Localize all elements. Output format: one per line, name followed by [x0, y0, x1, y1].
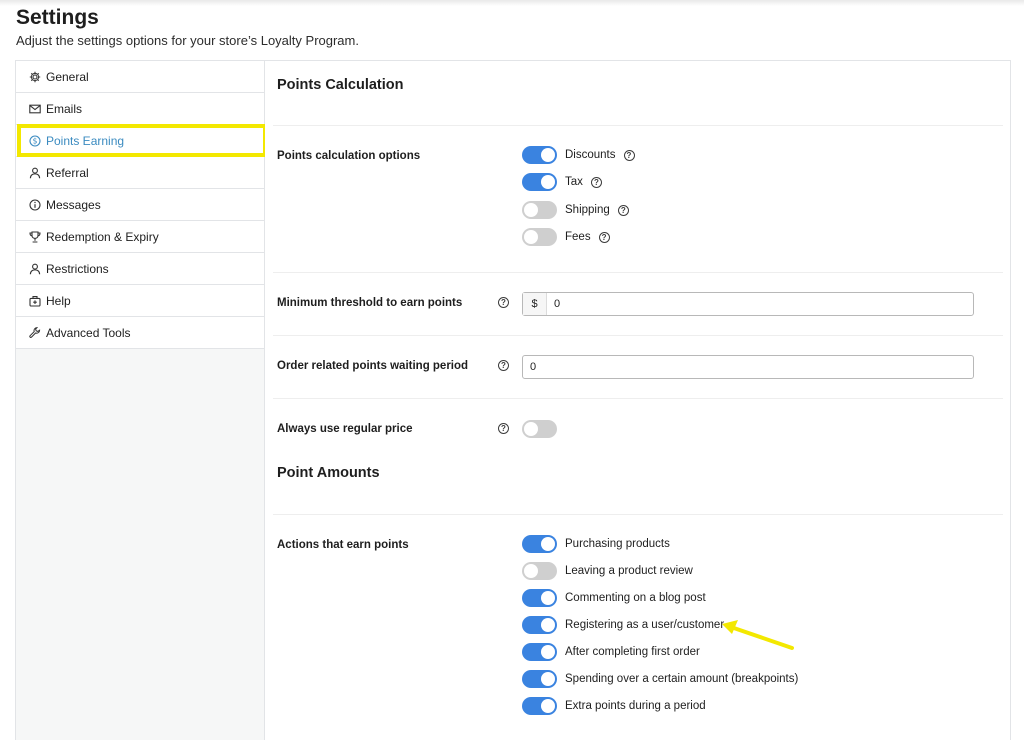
action-extra-points-period: Extra points during a period	[522, 697, 706, 715]
user-icon	[29, 167, 41, 179]
action-label: Leaving a product review	[565, 565, 693, 577]
help-icon[interactable]: ?	[623, 149, 635, 161]
action-label: After completing first order	[565, 646, 700, 658]
sidebar-item-points-earning[interactable]: $ Points Earning	[16, 125, 264, 157]
sidebar-item-restrictions[interactable]: Restrictions	[16, 253, 264, 285]
sidebar-item-label: Help	[46, 293, 71, 308]
option-label: Discounts	[565, 149, 616, 161]
sidebar-item-messages[interactable]: Messages	[16, 189, 264, 221]
option-tax: Tax ?	[522, 173, 602, 191]
sidebar-item-referral[interactable]: Referral	[16, 157, 264, 189]
help-icon[interactable]: ?	[498, 360, 509, 371]
divider	[273, 272, 1003, 273]
settings-main-panel: Points Calculation Points calculation op…	[265, 60, 1011, 740]
action-product-review: Leaving a product review	[522, 562, 693, 580]
regular-price-row	[522, 420, 565, 438]
option-discounts: Discounts ?	[522, 146, 635, 164]
minimum-threshold-field: $	[522, 292, 974, 316]
page-title: Settings	[16, 6, 99, 29]
action-label: Spending over a certain amount (breakpoi…	[565, 673, 799, 685]
option-label: Fees	[565, 231, 591, 243]
help-icon[interactable]: ?	[617, 204, 629, 216]
product-review-toggle[interactable]	[522, 562, 557, 580]
annotation-arrow-icon	[722, 620, 794, 650]
action-label: Commenting on a blog post	[565, 592, 706, 604]
action-first-order: After completing first order	[522, 643, 700, 661]
option-shipping: Shipping ?	[522, 201, 629, 219]
help-icon[interactable]: ?	[590, 176, 602, 188]
action-label: Purchasing products	[565, 538, 670, 550]
option-fees: Fees ?	[522, 228, 610, 246]
minimum-threshold-label: Minimum threshold to earn points	[277, 297, 463, 309]
user-icon	[29, 263, 41, 275]
sidebar-item-label: Restrictions	[46, 261, 109, 276]
action-label: Extra points during a period	[565, 700, 706, 712]
currency-prefix: $	[523, 293, 547, 315]
sidebar-item-general[interactable]: General	[16, 61, 264, 93]
sidebar-item-label: Redemption & Expiry	[46, 229, 159, 244]
minimum-threshold-input[interactable]	[547, 293, 973, 315]
regular-price-toggle[interactable]	[522, 420, 557, 438]
divider	[273, 398, 1003, 399]
first-order-toggle[interactable]	[522, 643, 557, 661]
sidebar-item-label: Referral	[46, 165, 89, 180]
divider	[273, 514, 1003, 515]
waiting-period-label: Order related points waiting period	[277, 360, 469, 372]
envelope-icon	[29, 103, 41, 115]
shipping-toggle[interactable]	[522, 201, 557, 219]
purchasing-products-toggle[interactable]	[522, 535, 557, 553]
sidebar-item-emails[interactable]: Emails	[16, 93, 264, 125]
sidebar-item-redemption-expiry[interactable]: Redemption & Expiry	[16, 221, 264, 253]
sidebar-item-label: Advanced Tools	[46, 325, 131, 340]
help-icon[interactable]: ?	[498, 297, 509, 308]
action-label: Registering as a user/customer	[565, 619, 725, 631]
sidebar-item-help[interactable]: Help	[16, 285, 264, 317]
option-label: Tax	[565, 176, 583, 188]
sidebar-item-label: Emails	[46, 101, 83, 116]
sidebar-item-label: Points Earning	[46, 133, 125, 148]
svg-text:$: $	[33, 136, 38, 145]
tax-toggle[interactable]	[522, 173, 557, 191]
sidebar-item-label: General	[46, 69, 89, 84]
fees-toggle[interactable]	[522, 228, 557, 246]
gear-icon	[29, 71, 41, 83]
regular-price-label: Always use regular price	[277, 423, 413, 435]
action-registering: Registering as a user/customer	[522, 616, 724, 634]
dollar-circle-icon: $	[29, 134, 41, 147]
action-purchasing-products: Purchasing products	[522, 535, 670, 553]
points-calculation-options-label: Points calculation options	[277, 150, 421, 162]
settings-sidebar: General Emails $ Points Earning Referral…	[15, 60, 265, 740]
option-label: Shipping	[565, 204, 610, 216]
info-circle-icon	[29, 198, 41, 211]
action-spending-breakpoints: Spending over a certain amount (breakpoi…	[522, 670, 798, 688]
wrench-icon	[29, 326, 41, 339]
spending-breakpoints-toggle[interactable]	[522, 670, 557, 688]
page-subtitle: Adjust the settings options for your sto…	[16, 33, 359, 48]
registering-toggle[interactable]	[522, 616, 557, 634]
extra-points-period-toggle[interactable]	[522, 697, 557, 715]
waiting-period-field	[522, 355, 974, 379]
divider	[273, 335, 1003, 336]
help-icon[interactable]: ?	[498, 423, 509, 434]
top-shadow	[0, 0, 1024, 6]
waiting-period-input[interactable]	[523, 356, 973, 378]
section-title-points-calculation: Points Calculation	[277, 77, 404, 93]
help-icon[interactable]: ?	[598, 231, 610, 243]
sidebar-item-advanced-tools[interactable]: Advanced Tools	[16, 317, 264, 349]
trophy-icon	[29, 230, 41, 243]
sidebar-item-label: Messages	[46, 197, 101, 212]
blog-comment-toggle[interactable]	[522, 589, 557, 607]
section-title-point-amounts: Point Amounts	[277, 465, 380, 481]
actions-earn-points-label: Actions that earn points	[277, 539, 409, 551]
action-blog-comment: Commenting on a blog post	[522, 589, 706, 607]
discounts-toggle[interactable]	[522, 146, 557, 164]
divider	[273, 125, 1003, 126]
lifebuoy-icon	[29, 295, 41, 307]
